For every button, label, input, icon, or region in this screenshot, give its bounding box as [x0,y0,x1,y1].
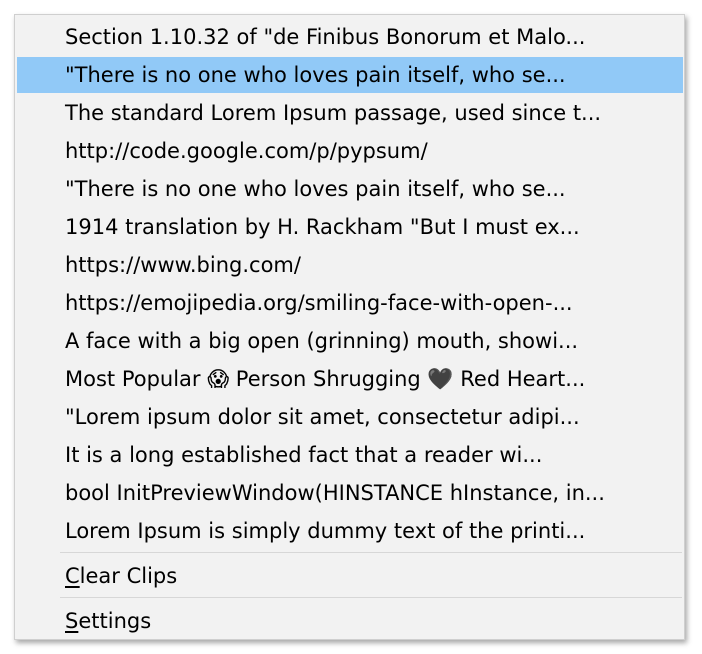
clear-clips-menu-item[interactable]: Clear Clips [17,558,683,594]
clear-clips-label: lear Clips [79,564,178,588]
clip-item[interactable]: bool InitPreviewWindow(HINSTANCE hInstan… [17,475,683,511]
clip-item[interactable]: It is a long established fact that a rea… [17,437,683,473]
clip-item[interactable]: "Lorem ipsum dolor sit amet, consectetur… [17,399,683,435]
clip-item[interactable]: https://www.bing.com/ [17,247,683,283]
settings-label: ettings [78,609,152,633]
clip-item[interactable]: http://code.google.com/p/pypsum/ [17,133,683,169]
clip-item[interactable]: The standard Lorem Ipsum passage, used s… [17,95,683,131]
menu-separator [60,552,682,553]
clip-item[interactable]: 1914 translation by H. Rackham "But I mu… [17,209,683,245]
clip-item[interactable]: A face with a big open (grinning) mouth,… [17,323,683,359]
clip-item[interactable]: Lorem Ipsum is simply dummy text of the … [17,513,683,549]
clip-item[interactable]: https://emojipedia.org/smiling-face-with… [17,285,683,321]
clipboard-history-menu: Section 1.10.32 of "de Finibus Bonorum e… [14,14,685,640]
clip-item[interactable]: "There is no one who loves pain itself, … [17,171,683,207]
settings-menu-item[interactable]: Settings [17,603,683,639]
menu-separator [60,597,682,598]
clip-item[interactable]: Section 1.10.32 of "de Finibus Bonorum e… [17,19,683,55]
settings-mnemonic: S [65,609,79,633]
clear-clips-mnemonic: C [65,564,80,588]
clip-item[interactable]: Most Popular 😱 Person Shrugging 🖤 Red He… [17,361,683,397]
clip-item-highlighted[interactable]: "There is no one who loves pain itself, … [17,57,683,93]
